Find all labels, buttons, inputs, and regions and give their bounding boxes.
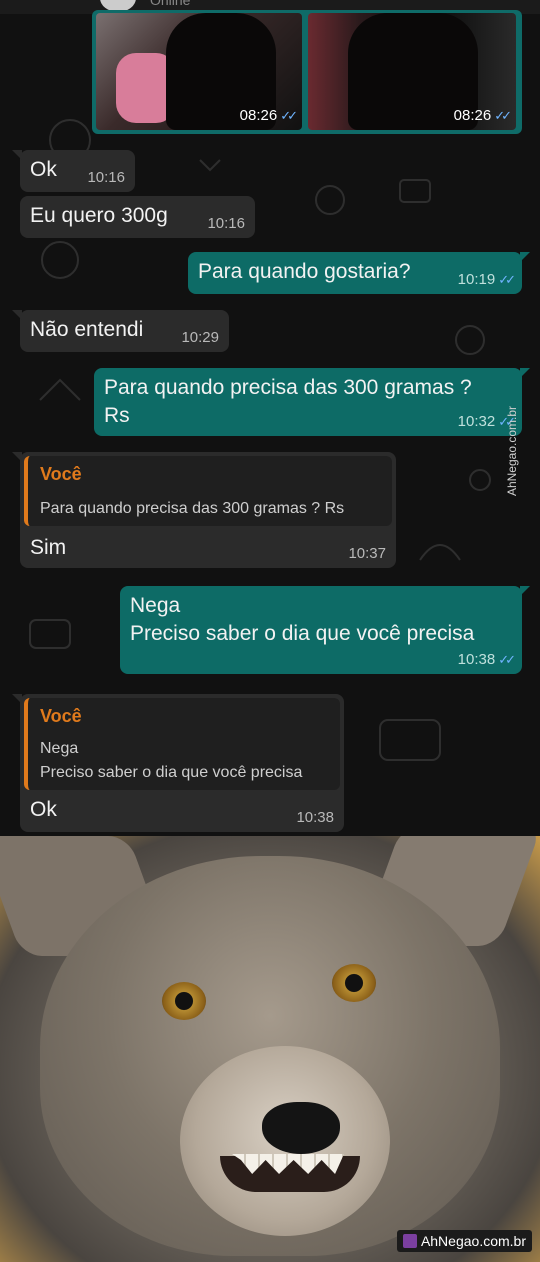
watermark-text: AhNegao.com.br	[420, 1233, 526, 1249]
message-text-line: Para quando precisa das 300 gramas ?	[104, 376, 472, 399]
quoted-message[interactable]: Você Nega Preciso saber o dia que você p…	[24, 698, 340, 790]
message-text: Ok	[30, 158, 57, 181]
message-text-line: Rs	[104, 404, 130, 427]
message-time: 10:16	[207, 215, 245, 232]
message-time: 10:37	[348, 545, 386, 562]
message-text: Sim	[30, 536, 67, 559]
incoming-reply-message[interactable]: Você Nega Preciso saber o dia que você p…	[12, 694, 344, 832]
wolf-nose	[262, 1102, 340, 1154]
incoming-message[interactable]: Ok 10:16	[12, 150, 135, 192]
message-time: 10:38 ✓✓	[457, 651, 516, 668]
quote-text-line: Preciso saber o dia que você precisa	[40, 764, 303, 781]
quote-text-line: Nega	[40, 740, 79, 757]
quoted-message[interactable]: Você Para quando precisa das 300 gramas …	[24, 456, 392, 526]
message-text-line: Preciso saber o dia que você precisa	[130, 622, 475, 645]
read-receipt-icon: ✓✓	[494, 108, 512, 123]
quote-author: Você	[40, 706, 82, 726]
wolf-eye	[162, 982, 206, 1020]
message-time: 10:19 ✓✓	[457, 271, 516, 288]
outgoing-message[interactable]: Para quando precisa das 300 gramas ? Rs …	[94, 368, 530, 436]
photo-thumbnail[interactable]: 08:26 ✓✓	[96, 13, 302, 130]
outgoing-message[interactable]: Para quando gostaria? 10:19 ✓✓	[188, 252, 530, 294]
contact-status: Online	[150, 0, 191, 8]
message-time: 10:38	[296, 809, 334, 826]
message-text: Para quando gostaria?	[198, 260, 411, 283]
incoming-reply-message[interactable]: Você Para quando precisa das 300 gramas …	[12, 452, 396, 568]
outgoing-message[interactable]: Nega Preciso saber o dia que você precis…	[120, 586, 530, 674]
incoming-message[interactable]: Não entendi 10:29	[12, 310, 229, 352]
quote-author: Você	[40, 464, 82, 484]
watermark-text: AhNegao.com.br	[505, 405, 519, 497]
site-logo-icon	[402, 1234, 417, 1248]
read-receipt-icon: ✓✓	[498, 652, 516, 667]
quote-text: Para quando precisa das 300 gramas ? Rs	[40, 500, 345, 517]
wolf-eye	[332, 964, 376, 1002]
read-receipt-icon: ✓✓	[280, 108, 298, 123]
photo-thumbnail[interactable]: 08:26 ✓✓	[308, 13, 516, 130]
message-time: 08:26 ✓✓	[239, 107, 298, 124]
message-text: Ok	[30, 798, 57, 821]
bottom-watermark: AhNegao.com.br	[396, 1230, 532, 1252]
message-text: Eu quero 300g	[30, 204, 168, 227]
wolf-meme-image	[0, 836, 540, 1262]
message-text: Não entendi	[30, 318, 144, 341]
message-time: 10:29	[181, 329, 219, 346]
chat-screen: Online 08:26 ✓✓ 08:26 ✓✓ Ok 10:16 Eu quero…	[0, 0, 540, 836]
incoming-message[interactable]: Eu quero 300g 10:16	[20, 196, 255, 238]
message-time: 10:16	[87, 169, 125, 186]
read-receipt-icon: ✓✓	[498, 272, 516, 287]
outgoing-photo-message[interactable]: 08:26 ✓✓ 08:26 ✓✓	[92, 10, 522, 134]
message-text-line: Nega	[130, 594, 181, 617]
side-watermark: AhNegao.com.br	[502, 396, 520, 508]
message-time: 08:26 ✓✓	[453, 107, 512, 124]
